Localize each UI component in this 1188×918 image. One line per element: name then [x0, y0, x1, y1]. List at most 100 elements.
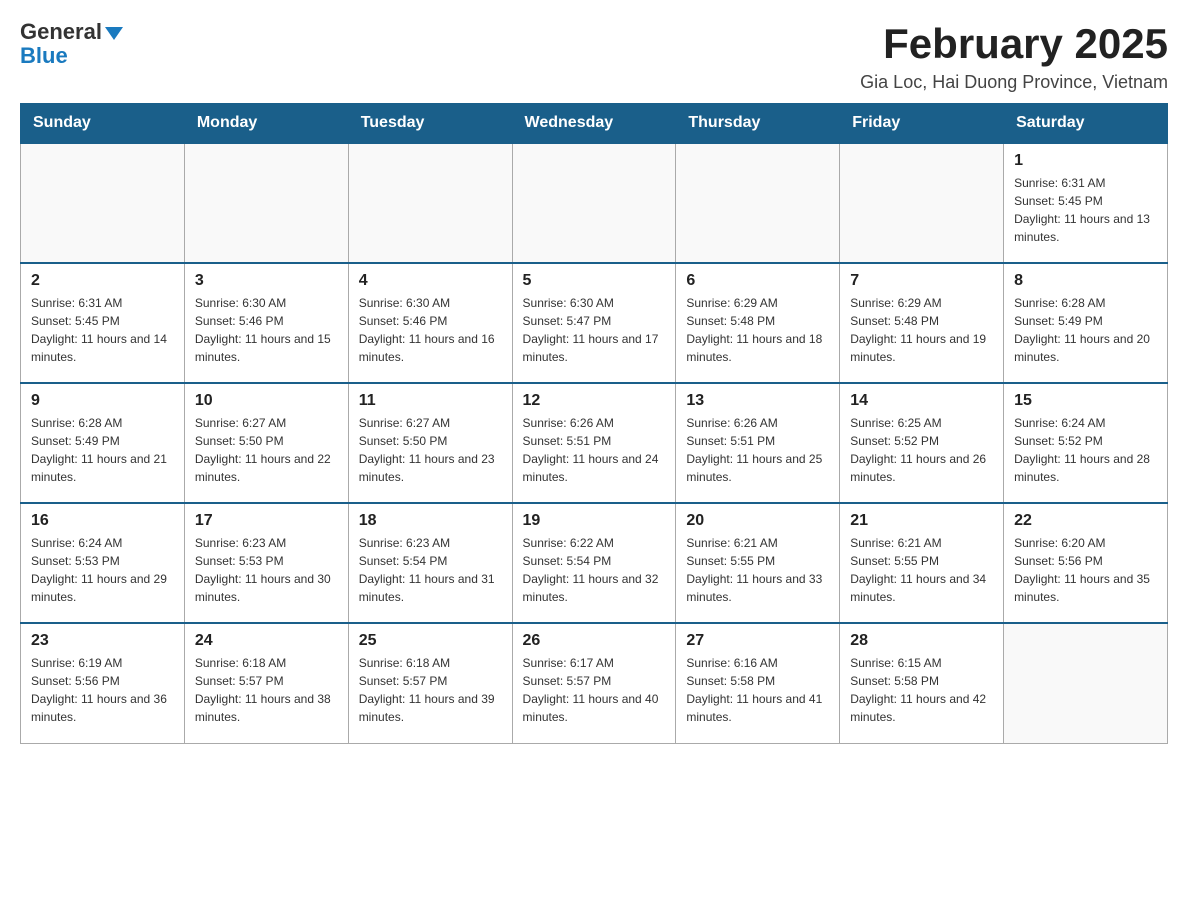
- day-info: Sunrise: 6:31 AMSunset: 5:45 PMDaylight:…: [31, 294, 174, 366]
- calendar-cell: 19 Sunrise: 6:22 AMSunset: 5:54 PMDayligh…: [512, 503, 676, 623]
- calendar-cell: [676, 143, 840, 263]
- day-number: 5: [523, 272, 666, 290]
- day-number: 17: [195, 512, 338, 530]
- calendar-cell: 6 Sunrise: 6:29 AMSunset: 5:48 PMDaylight…: [676, 263, 840, 383]
- logo: General Blue: [20, 20, 123, 68]
- day-number: 25: [359, 632, 502, 650]
- day-info: Sunrise: 6:31 AMSunset: 5:45 PMDaylight:…: [1014, 174, 1157, 246]
- month-title: February 2025: [860, 20, 1168, 68]
- calendar-cell: 9 Sunrise: 6:28 AMSunset: 5:49 PMDaylight…: [21, 383, 185, 503]
- day-info: Sunrise: 6:28 AMSunset: 5:49 PMDaylight:…: [1014, 294, 1157, 366]
- page-header: General Blue February 2025 Gia Loc, Hai …: [20, 20, 1168, 93]
- day-info: Sunrise: 6:15 AMSunset: 5:58 PMDaylight:…: [850, 654, 993, 726]
- calendar-cell: [840, 143, 1004, 263]
- day-number: 11: [359, 392, 502, 410]
- day-info: Sunrise: 6:29 AMSunset: 5:48 PMDaylight:…: [850, 294, 993, 366]
- day-info: Sunrise: 6:26 AMSunset: 5:51 PMDaylight:…: [686, 414, 829, 486]
- calendar-cell: [1004, 623, 1168, 743]
- calendar-table: SundayMondayTuesdayWednesdayThursdayFrid…: [20, 103, 1168, 744]
- calendar-cell: 15 Sunrise: 6:24 AMSunset: 5:52 PMDayligh…: [1004, 383, 1168, 503]
- calendar-cell: 28 Sunrise: 6:15 AMSunset: 5:58 PMDayligh…: [840, 623, 1004, 743]
- day-info: Sunrise: 6:25 AMSunset: 5:52 PMDaylight:…: [850, 414, 993, 486]
- weekday-header-friday: Friday: [840, 104, 1004, 144]
- day-info: Sunrise: 6:29 AMSunset: 5:48 PMDaylight:…: [686, 294, 829, 366]
- calendar-cell: [21, 143, 185, 263]
- day-info: Sunrise: 6:21 AMSunset: 5:55 PMDaylight:…: [850, 534, 993, 606]
- weekday-header-tuesday: Tuesday: [348, 104, 512, 144]
- weekday-header-thursday: Thursday: [676, 104, 840, 144]
- day-info: Sunrise: 6:23 AMSunset: 5:54 PMDaylight:…: [359, 534, 502, 606]
- calendar-cell: 22 Sunrise: 6:20 AMSunset: 5:56 PMDayligh…: [1004, 503, 1168, 623]
- calendar-cell: 20 Sunrise: 6:21 AMSunset: 5:55 PMDayligh…: [676, 503, 840, 623]
- day-info: Sunrise: 6:28 AMSunset: 5:49 PMDaylight:…: [31, 414, 174, 486]
- day-info: Sunrise: 6:30 AMSunset: 5:46 PMDaylight:…: [359, 294, 502, 366]
- day-number: 20: [686, 512, 829, 530]
- day-number: 13: [686, 392, 829, 410]
- calendar-cell: 26 Sunrise: 6:17 AMSunset: 5:57 PMDayligh…: [512, 623, 676, 743]
- calendar-cell: 5 Sunrise: 6:30 AMSunset: 5:47 PMDaylight…: [512, 263, 676, 383]
- day-info: Sunrise: 6:24 AMSunset: 5:52 PMDaylight:…: [1014, 414, 1157, 486]
- logo-blue: Blue: [20, 43, 68, 68]
- day-number: 18: [359, 512, 502, 530]
- calendar-week-1: 1 Sunrise: 6:31 AMSunset: 5:45 PMDaylight…: [21, 143, 1168, 263]
- day-number: 9: [31, 392, 174, 410]
- day-number: 1: [1014, 152, 1157, 170]
- day-info: Sunrise: 6:20 AMSunset: 5:56 PMDaylight:…: [1014, 534, 1157, 606]
- calendar-cell: 11 Sunrise: 6:27 AMSunset: 5:50 PMDayligh…: [348, 383, 512, 503]
- calendar-cell: [512, 143, 676, 263]
- day-number: 3: [195, 272, 338, 290]
- day-number: 27: [686, 632, 829, 650]
- calendar-week-5: 23 Sunrise: 6:19 AMSunset: 5:56 PMDayligh…: [21, 623, 1168, 743]
- calendar-cell: [348, 143, 512, 263]
- calendar-cell: 4 Sunrise: 6:30 AMSunset: 5:46 PMDaylight…: [348, 263, 512, 383]
- calendar-cell: 16 Sunrise: 6:24 AMSunset: 5:53 PMDayligh…: [21, 503, 185, 623]
- day-number: 19: [523, 512, 666, 530]
- day-info: Sunrise: 6:19 AMSunset: 5:56 PMDaylight:…: [31, 654, 174, 726]
- day-number: 28: [850, 632, 993, 650]
- day-number: 26: [523, 632, 666, 650]
- weekday-header-saturday: Saturday: [1004, 104, 1168, 144]
- weekday-header-wednesday: Wednesday: [512, 104, 676, 144]
- day-number: 15: [1014, 392, 1157, 410]
- day-info: Sunrise: 6:26 AMSunset: 5:51 PMDaylight:…: [523, 414, 666, 486]
- day-info: Sunrise: 6:27 AMSunset: 5:50 PMDaylight:…: [359, 414, 502, 486]
- calendar-cell: 7 Sunrise: 6:29 AMSunset: 5:48 PMDaylight…: [840, 263, 1004, 383]
- day-info: Sunrise: 6:17 AMSunset: 5:57 PMDaylight:…: [523, 654, 666, 726]
- day-info: Sunrise: 6:21 AMSunset: 5:55 PMDaylight:…: [686, 534, 829, 606]
- day-number: 22: [1014, 512, 1157, 530]
- day-number: 24: [195, 632, 338, 650]
- day-number: 12: [523, 392, 666, 410]
- day-number: 16: [31, 512, 174, 530]
- location: Gia Loc, Hai Duong Province, Vietnam: [860, 72, 1168, 93]
- calendar-cell: 17 Sunrise: 6:23 AMSunset: 5:53 PMDayligh…: [184, 503, 348, 623]
- day-number: 4: [359, 272, 502, 290]
- day-number: 10: [195, 392, 338, 410]
- calendar-cell: 23 Sunrise: 6:19 AMSunset: 5:56 PMDayligh…: [21, 623, 185, 743]
- day-number: 14: [850, 392, 993, 410]
- day-number: 23: [31, 632, 174, 650]
- calendar-cell: 27 Sunrise: 6:16 AMSunset: 5:58 PMDayligh…: [676, 623, 840, 743]
- calendar-week-2: 2Sunrise: 6:31 AMSunset: 5:45 PMDaylight…: [21, 263, 1168, 383]
- calendar-cell: 12 Sunrise: 6:26 AMSunset: 5:51 PMDayligh…: [512, 383, 676, 503]
- calendar-cell: 10 Sunrise: 6:27 AMSunset: 5:50 PMDayligh…: [184, 383, 348, 503]
- day-number: 8: [1014, 272, 1157, 290]
- calendar-cell: 25 Sunrise: 6:18 AMSunset: 5:57 PMDayligh…: [348, 623, 512, 743]
- day-number: 21: [850, 512, 993, 530]
- day-info: Sunrise: 6:30 AMSunset: 5:46 PMDaylight:…: [195, 294, 338, 366]
- day-number: 7: [850, 272, 993, 290]
- calendar-week-4: 16 Sunrise: 6:24 AMSunset: 5:53 PMDayligh…: [21, 503, 1168, 623]
- day-info: Sunrise: 6:22 AMSunset: 5:54 PMDaylight:…: [523, 534, 666, 606]
- day-number: 6: [686, 272, 829, 290]
- weekday-header-sunday: Sunday: [21, 104, 185, 144]
- day-info: Sunrise: 6:27 AMSunset: 5:50 PMDaylight:…: [195, 414, 338, 486]
- day-info: Sunrise: 6:24 AMSunset: 5:53 PMDaylight:…: [31, 534, 174, 606]
- day-info: Sunrise: 6:18 AMSunset: 5:57 PMDaylight:…: [359, 654, 502, 726]
- day-info: Sunrise: 6:23 AMSunset: 5:53 PMDaylight:…: [195, 534, 338, 606]
- weekday-header-monday: Monday: [184, 104, 348, 144]
- calendar-cell: 2Sunrise: 6:31 AMSunset: 5:45 PMDaylight…: [21, 263, 185, 383]
- day-info: Sunrise: 6:30 AMSunset: 5:47 PMDaylight:…: [523, 294, 666, 366]
- calendar-week-3: 9 Sunrise: 6:28 AMSunset: 5:49 PMDaylight…: [21, 383, 1168, 503]
- calendar-header-row: SundayMondayTuesdayWednesdayThursdayFrid…: [21, 104, 1168, 144]
- day-info: Sunrise: 6:16 AMSunset: 5:58 PMDaylight:…: [686, 654, 829, 726]
- calendar-cell: [184, 143, 348, 263]
